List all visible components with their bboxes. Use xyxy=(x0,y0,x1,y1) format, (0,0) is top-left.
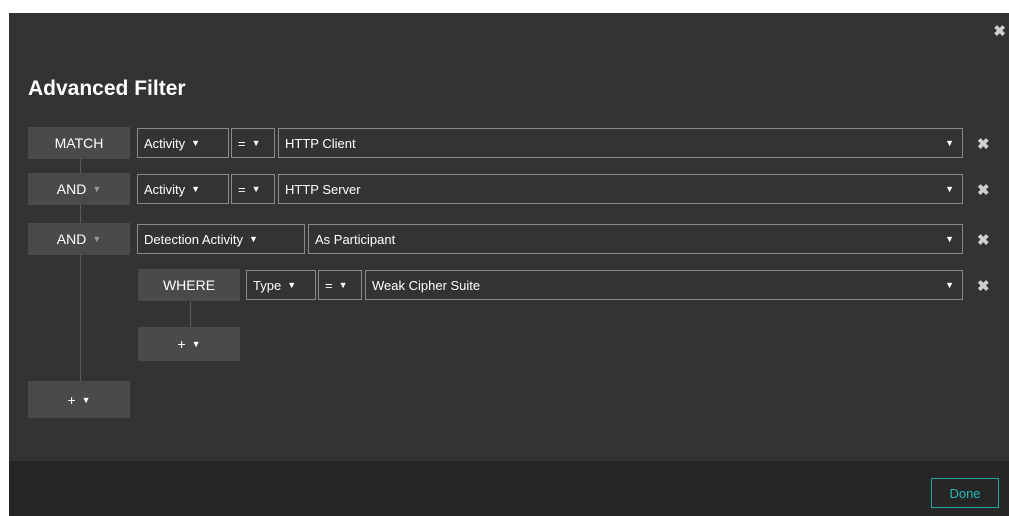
value-select-value: HTTP Client xyxy=(285,135,356,151)
value-select-value: As Participant xyxy=(315,231,396,247)
remove-row-icon[interactable]: ✖ xyxy=(977,181,990,199)
field-select[interactable]: Type ▼ xyxy=(246,270,316,300)
caret-down-icon: ▼ xyxy=(191,339,201,349)
and-label: AND xyxy=(56,181,87,197)
done-button[interactable]: Done xyxy=(931,478,999,508)
add-where-condition-button[interactable]: + ▼ xyxy=(138,327,240,361)
remove-row-icon[interactable]: ✖ xyxy=(977,277,990,295)
caret-down-icon: ▼ xyxy=(945,184,954,194)
field-select[interactable]: Activity ▼ xyxy=(137,128,229,158)
dialog-title: Advanced Filter xyxy=(28,77,186,100)
value-select[interactable]: Weak Cipher Suite ▼ xyxy=(365,270,963,300)
add-condition-button[interactable]: + ▼ xyxy=(28,381,130,418)
operator-select-value: = xyxy=(238,135,246,151)
field-select-value: Type xyxy=(253,277,282,293)
operator-select[interactable]: = ▼ xyxy=(318,270,362,300)
operator-select[interactable]: = ▼ xyxy=(231,174,275,204)
dialog-footer: Done xyxy=(9,461,1009,516)
where-button: WHERE xyxy=(138,269,240,301)
value-select[interactable]: HTTP Client ▼ xyxy=(278,128,963,158)
caret-down-icon: ▼ xyxy=(945,280,954,290)
match-label: MATCH xyxy=(54,135,104,151)
caret-down-icon: ▼ xyxy=(251,184,261,194)
caret-down-icon: ▼ xyxy=(287,280,297,290)
caret-down-icon: ▼ xyxy=(251,138,261,148)
and-dropdown-button[interactable]: AND ▼ xyxy=(28,173,130,205)
operator-select-value: = xyxy=(325,277,333,293)
value-select-value: HTTP Server xyxy=(285,181,361,197)
caret-down-icon: ▼ xyxy=(92,234,102,244)
where-connector-line xyxy=(190,298,191,327)
close-icon[interactable]: ✖ xyxy=(993,22,1006,40)
value-select-value: Weak Cipher Suite xyxy=(372,277,481,293)
caret-down-icon: ▼ xyxy=(249,234,258,244)
value-select[interactable]: HTTP Server ▼ xyxy=(278,174,963,204)
add-label: + xyxy=(177,336,186,352)
field-select[interactable]: Activity ▼ xyxy=(137,174,229,204)
caret-down-icon: ▼ xyxy=(191,138,201,148)
caret-down-icon: ▼ xyxy=(92,184,102,194)
where-label: WHERE xyxy=(162,277,216,293)
and-label: AND xyxy=(56,231,87,247)
advanced-filter-dialog: ✖ Advanced Filter MATCH Activity ▼ = ▼ H… xyxy=(9,13,1009,516)
caret-down-icon: ▼ xyxy=(81,394,91,405)
value-select[interactable]: As Participant ▼ xyxy=(308,224,963,254)
caret-down-icon: ▼ xyxy=(945,234,954,244)
field-select[interactable]: Detection Activity ▼ xyxy=(137,224,305,254)
remove-row-icon[interactable]: ✖ xyxy=(977,135,990,153)
match-button: MATCH xyxy=(28,127,130,159)
and-dropdown-button[interactable]: AND ▼ xyxy=(28,223,130,255)
add-label: + xyxy=(67,391,76,408)
operator-select-value: = xyxy=(238,181,246,197)
caret-down-icon: ▼ xyxy=(191,184,201,194)
field-select-value: Activity xyxy=(144,135,186,151)
caret-down-icon: ▼ xyxy=(338,280,348,290)
field-select-value: Activity xyxy=(144,181,186,197)
remove-row-icon[interactable]: ✖ xyxy=(977,231,990,249)
field-select-value: Detection Activity xyxy=(144,231,243,247)
operator-select[interactable]: = ▼ xyxy=(231,128,275,158)
caret-down-icon: ▼ xyxy=(945,138,954,148)
